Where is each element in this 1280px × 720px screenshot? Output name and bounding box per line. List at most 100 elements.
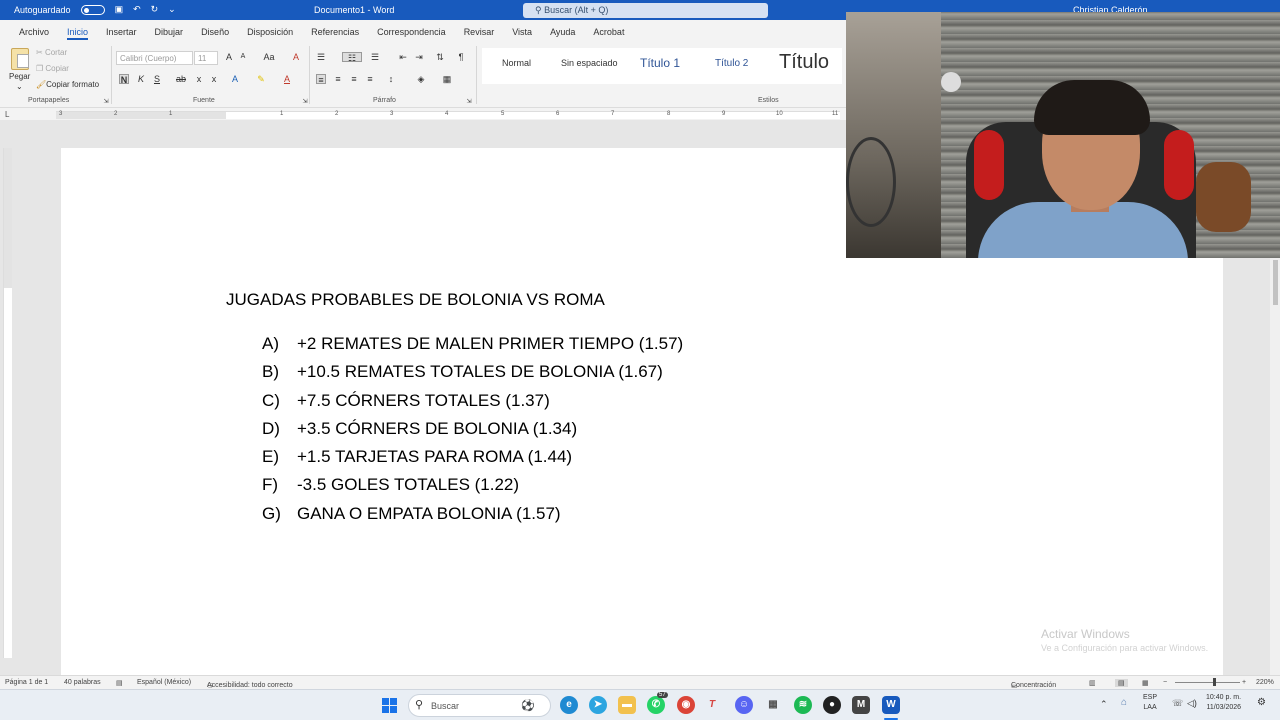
tab-referencias[interactable]: Referencias <box>302 20 368 42</box>
tab-disposicion[interactable]: Disposición <box>238 20 302 42</box>
strikethrough-icon[interactable]: ab <box>176 74 186 84</box>
word-icon[interactable]: W <box>882 696 900 714</box>
language-status[interactable]: Español (México) <box>137 679 191 686</box>
clear-format-icon[interactable]: A <box>291 52 301 62</box>
align-left-icon[interactable]: ≡ <box>316 74 326 85</box>
web-layout-icon[interactable]: ▦ <box>1142 679 1149 687</box>
borders-icon[interactable]: ▦ <box>442 74 452 84</box>
tab-insertar[interactable]: Insertar <box>97 20 146 42</box>
mail-icon[interactable]: M <box>852 696 870 714</box>
clock[interactable]: 10:40 p. m. 11/03/2026 <box>1206 693 1241 713</box>
onedrive-icon[interactable]: ⌂ <box>1121 698 1127 708</box>
zoom-slider[interactable] <box>1175 682 1240 683</box>
word-window: Autoguardado ▣ ↶ ↻ ⌄ Documento1 - Word ⚲… <box>0 0 1280 720</box>
format-painter-button[interactable]: 🖌Copiar formato <box>36 80 99 89</box>
print-layout-icon[interactable]: ▤ <box>1115 679 1128 687</box>
typora-icon[interactable]: T <box>703 696 721 714</box>
shading-icon[interactable]: ◈ <box>416 74 426 84</box>
change-case-icon[interactable]: Aa <box>260 52 278 62</box>
title-search-box[interactable]: ⚲ Buscar (Alt + Q) <box>523 3 768 18</box>
shrink-font-icon[interactable]: A <box>238 52 248 62</box>
italic-icon[interactable]: K <box>136 74 146 84</box>
style-heading-2[interactable]: Título 2 <box>715 58 748 69</box>
bold-icon[interactable]: N <box>119 74 129 85</box>
settings-icon[interactable]: ⚙ <box>1257 698 1266 708</box>
font-size-select[interactable]: 11 <box>194 51 218 65</box>
chrome-icon[interactable]: ◉ <box>677 696 695 714</box>
font-name-select[interactable]: Calibri (Cuerpo) <box>116 51 193 65</box>
webcam-person-hair <box>1034 80 1150 135</box>
style-title[interactable]: Título <box>779 51 829 74</box>
tab-vista[interactable]: Vista <box>503 20 541 42</box>
undo-icon[interactable]: ↶ <box>133 4 141 15</box>
volume-icon[interactable]: ◁) <box>1187 698 1197 708</box>
bullets-icon[interactable]: ☰ <box>316 52 326 62</box>
tab-dibujar[interactable]: Dibujar <box>146 20 193 42</box>
cut-button[interactable]: ✂ Cortar <box>36 48 67 57</box>
tray-chevron-icon[interactable]: ⌃ <box>1100 699 1108 709</box>
autosave-toggle[interactable] <box>80 4 105 15</box>
tab-selector-icon[interactable]: L <box>5 110 9 119</box>
windows-start-icon[interactable] <box>382 698 397 713</box>
paste-icon[interactable] <box>11 48 29 70</box>
network-icon[interactable]: ☏ <box>1172 698 1183 708</box>
paste-button[interactable]: Pegar <box>9 72 30 81</box>
zoom-slider-thumb[interactable] <box>1213 678 1216 686</box>
text-effects-icon[interactable]: A <box>230 74 240 84</box>
increase-indent-icon[interactable]: ⇥ <box>414 52 424 62</box>
customize-chevron-icon[interactable]: ⌄ <box>168 4 176 15</box>
zoom-out-icon[interactable]: − <box>1163 679 1167 686</box>
subscript-icon[interactable]: x <box>194 74 204 84</box>
style-heading-1[interactable]: Título 1 <box>640 56 680 70</box>
zoom-level[interactable]: 220% <box>1256 679 1274 686</box>
style-normal[interactable]: Normal <box>502 58 531 68</box>
edge-icon[interactable]: e <box>560 696 578 714</box>
numbering-icon[interactable]: ☷ <box>342 52 362 63</box>
zoom-in-icon[interactable]: + <box>1242 679 1246 686</box>
align-center-icon[interactable]: ≡ <box>333 74 343 84</box>
keyboard-language[interactable]: ESP LAA <box>1143 693 1157 713</box>
taskbar-search[interactable]: ⚲ Buscar ⚽ <box>408 694 551 717</box>
grow-font-icon[interactable]: A <box>224 52 234 62</box>
discord-icon[interactable]: ☺ <box>735 696 753 714</box>
align-right-icon[interactable]: ≡ <box>349 74 359 84</box>
sort-icon[interactable]: ⇅ <box>435 52 445 62</box>
word-count[interactable]: 40 palabras <box>64 679 101 686</box>
tab-acrobat[interactable]: Acrobat <box>584 20 633 42</box>
scrollbar-thumb[interactable] <box>1273 260 1278 305</box>
font-color-icon[interactable]: A <box>282 74 292 84</box>
document-heading[interactable]: JUGADAS PROBABLES DE BOLONIA VS ROMA <box>226 290 605 310</box>
copy-button[interactable]: ❐ Copiar <box>36 64 69 73</box>
line-spacing-icon[interactable]: ↕ <box>386 74 396 84</box>
vertical-ruler[interactable] <box>3 148 12 658</box>
proofing-icon[interactable]: ▤ <box>116 679 123 687</box>
telegram-icon[interactable]: ➤ <box>589 696 607 714</box>
paragraph-launcher-icon[interactable]: ⇲ <box>464 97 474 107</box>
file-explorer-icon[interactable]: ▬ <box>618 696 636 714</box>
decrease-indent-icon[interactable]: ⇤ <box>398 52 408 62</box>
horizontal-ruler[interactable]: L 3 2 1 1 2 3 4 5 6 7 8 9 10 11 <box>0 108 846 120</box>
obs-icon[interactable]: ● <box>823 696 841 714</box>
tab-diseno[interactable]: Diseño <box>192 20 238 42</box>
superscript-icon[interactable]: x <box>209 74 219 84</box>
justify-icon[interactable]: ≡ <box>365 74 375 84</box>
tab-inicio[interactable]: Inicio <box>58 20 97 42</box>
style-no-spacing[interactable]: Sin espaciado <box>561 58 618 68</box>
calculator-icon[interactable]: ▦ <box>764 696 782 714</box>
show-marks-icon[interactable]: ¶ <box>456 52 466 62</box>
redo-icon[interactable]: ↻ <box>151 4 159 15</box>
tab-revisar[interactable]: Revisar <box>455 20 504 42</box>
read-mode-icon[interactable]: ▥ <box>1089 679 1096 687</box>
spotify-icon[interactable]: ≋ <box>794 696 812 714</box>
tab-correspondencia[interactable]: Correspondencia <box>368 20 455 42</box>
save-icon[interactable]: ▣ <box>115 4 124 15</box>
tab-archivo[interactable]: Archivo <box>10 20 58 42</box>
page-count[interactable]: Página 1 de 1 <box>5 679 48 686</box>
paste-chevron-icon[interactable]: ⌄ <box>16 82 23 91</box>
highlight-icon[interactable]: ✎ <box>256 74 266 84</box>
whatsapp-icon[interactable]: ✆ <box>647 696 665 714</box>
clipboard-launcher-icon[interactable]: ⇲ <box>101 97 111 107</box>
tab-ayuda[interactable]: Ayuda <box>541 20 584 42</box>
underline-icon[interactable]: S <box>152 74 162 84</box>
multilevel-list-icon[interactable]: ☰ <box>370 52 380 62</box>
